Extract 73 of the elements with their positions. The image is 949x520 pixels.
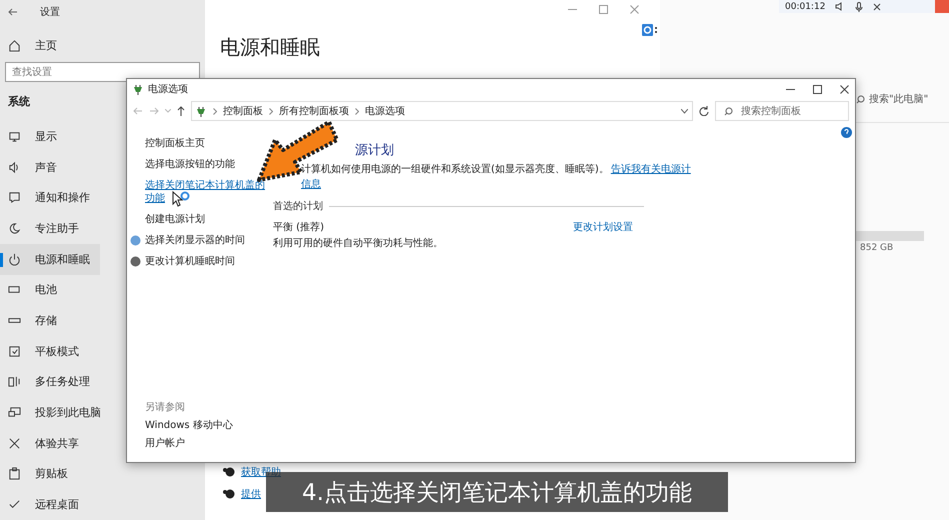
chevron-down-icon[interactable] [681,108,688,114]
close-icon[interactable] [873,2,882,10]
task-link[interactable]: 创建电源计划 [145,213,267,226]
description-text: 计算机如何使用电源的一组硬件和系统设置(如显示器亮度、睡眠等)。 [301,162,609,176]
see-also-heading: 另请参阅 [145,400,186,414]
sidebar-item[interactable]: 通知和操作 [0,182,100,214]
sidebar-icon [8,252,21,266]
sidebar-item[interactable]: 专注助手 [0,213,89,244]
chevron-right-icon [355,108,359,114]
maximize-icon[interactable] [813,84,822,94]
sidebar-item[interactable]: 存储 [0,305,67,336]
task-link[interactable]: 选择电源按钮的功能 [145,158,267,171]
task-link[interactable]: 更改计算机睡眠时间 [130,255,267,268]
sidebar-item[interactable]: 多任务处理 [0,366,100,398]
breadcrumb-item[interactable]: 电源选项 [365,104,405,118]
sidebar-item[interactable]: 电池 [0,274,67,306]
plan-description: 利用可用的硬件自动平衡功耗与性能。 [273,236,444,250]
chevron-right-icon [213,108,217,114]
sidebar-icon [8,191,21,204]
sidebar-icon [8,130,21,144]
section-heading: 系统 [8,94,30,110]
sidebar-item[interactable]: 投影到此电脑 [0,397,111,428]
sidebar-icon [8,406,21,420]
sidebar-icon [8,344,21,358]
storage-text: 852 GB [860,243,894,253]
task-link[interactable]: 选择关闭笔记本计算机盖的功能 [145,179,267,205]
breadcrumb-item[interactable]: 所有控制面板项 [279,104,349,118]
task-link[interactable]: 选择关闭显示器的时间 [130,234,267,247]
recording-timer: 00:01:12 [785,2,826,12]
sidebar-item[interactable]: 电源和睡眠 [0,244,100,275]
close-icon[interactable] [840,84,849,94]
home-link[interactable]: 主页 [0,30,67,60]
info-link[interactable]: 告诉我有关电源计 [610,162,691,176]
window-title: 设置 [40,6,60,19]
sidebar-item[interactable]: 远程桌面 [0,489,89,520]
home-icon [8,38,21,52]
page-title: 电源和睡眠 [220,34,321,61]
help-link[interactable]: 提供 [241,487,261,501]
search-icon [724,106,733,116]
microphone-icon[interactable] [855,2,864,12]
sidebar-icon [8,222,21,236]
plan-name: 平衡 (推荐) [273,220,324,234]
breadcrumb-item[interactable]: 控制面板 [223,104,263,118]
sidebar-icon [8,436,21,450]
plans-header: 首选的计划 [273,200,323,213]
search-icon [856,94,865,104]
sidebar-item[interactable]: 声音 [0,152,67,183]
refresh-icon[interactable] [699,106,709,116]
info-link[interactable]: 信息 [301,177,855,191]
storage-bar [856,231,924,241]
sidebar-item[interactable]: 显示 [0,121,67,152]
power-plug-icon [196,106,207,116]
sidebar-icon [8,375,21,388]
sidebar-icon [8,467,21,480]
chevron-right-icon [269,108,273,114]
sidebar-item[interactable]: 剪贴板 [0,458,78,490]
page-heading: 源计划 [355,142,395,159]
task-link[interactable]: 控制面板主页 [145,137,267,150]
back-arrow-icon[interactable] [8,6,18,17]
app-tray-icon[interactable] [642,24,658,37]
plan-settings-link[interactable]: 更改计划设置 [573,220,633,234]
search-field[interactable]: 查找设置 [5,62,200,82]
see-also-link[interactable]: Windows 移动中心 [145,419,267,432]
up-arrow-icon[interactable] [177,106,185,116]
mouse-cursor-icon [172,191,192,207]
sidebar-item[interactable]: 体验共享 [0,428,89,459]
search-field[interactable]: 搜索"此电脑" [856,90,949,108]
power-plug-icon [133,84,144,94]
sidebar-item[interactable]: 平板模式 [0,336,89,367]
address-bar[interactable]: 控制面板 所有控制面板项 电源选项 [191,101,693,121]
window-title: 电源选项 [148,82,188,96]
see-also-link[interactable]: 用户帐户 [145,437,267,450]
search-field[interactable]: 搜索控制面板 [715,101,849,121]
